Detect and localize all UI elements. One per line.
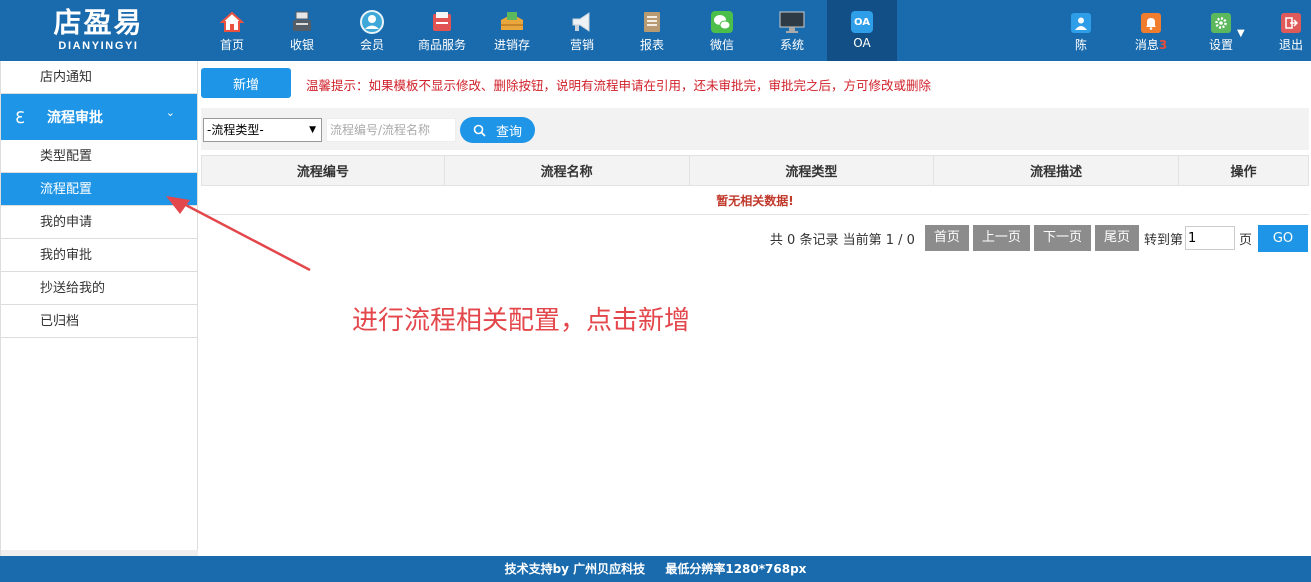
user-menu[interactable]: 陈 [1053, 0, 1109, 61]
sidebar-item-type-config[interactable]: 类型配置 [1, 140, 197, 173]
goto-label: 转到第 [1143, 232, 1183, 248]
wechat-icon [709, 9, 735, 35]
gear-icon [1211, 13, 1231, 33]
column-header-operation: 操作 [1178, 155, 1309, 186]
column-header-process-name[interactable]: 流程名称 [443, 155, 690, 186]
nav-label: 首页 [219, 38, 244, 52]
record-count: 共 0 条记录 当前第 1 / 0 [769, 232, 915, 248]
sidebar: 店内通知 ℇ 流程审批 ⌄ 类型配置 流程配置 我的申请 我的审批 抄送给我的 … [0, 61, 198, 556]
logo[interactable]: 店盈易 DIANYINGYI [0, 0, 197, 61]
process-type-select[interactable]: -流程类型- ▼ [203, 118, 322, 142]
nav-inventory[interactable]: 进销存 [477, 0, 547, 61]
footer: 技术支持by 广州贝应科技 最低分辨率1280*768px [0, 556, 1311, 582]
settings-button[interactable]: 设置 ▼ [1193, 0, 1249, 61]
column-header-process-description[interactable]: 流程描述 [933, 155, 1180, 186]
logout-label: 退出 [1278, 38, 1303, 52]
empty-table-message: 暂无相关数据! [201, 185, 1309, 215]
nav-label: 系统 [779, 38, 804, 52]
search-icon [473, 124, 486, 137]
bell-icon [1141, 13, 1161, 33]
process-table: 流程编号 流程名称 流程类型 流程描述 操作 暂无相关数据! [201, 155, 1309, 215]
column-header-process-type[interactable]: 流程类型 [688, 155, 935, 186]
nav-member[interactable]: 会员 [337, 0, 407, 61]
messages-button[interactable]: 消息3 [1123, 0, 1179, 61]
next-page-button[interactable]: 下一页 [1033, 225, 1091, 251]
process-type-select-value: -流程类型- [207, 123, 264, 137]
first-page-button[interactable]: 首页 [924, 225, 969, 251]
messages-badge: 3 [1158, 38, 1168, 52]
member-icon [359, 9, 385, 35]
chevron-down-icon: ⌄ [165, 106, 175, 119]
table-row: 暂无相关数据! [201, 185, 1309, 215]
nav-marketing[interactable]: 营销 [547, 0, 617, 61]
search-input[interactable] [326, 118, 456, 142]
add-button[interactable]: 新增 [201, 68, 291, 98]
logout-button[interactable]: 退出 [1263, 0, 1311, 61]
column-header-process-number[interactable]: 流程编号 [201, 155, 445, 186]
nav-label: 报表 [639, 38, 664, 52]
annotation-arrow [166, 196, 311, 272]
sidebar-item-archived[interactable]: 已归档 [1, 305, 197, 338]
user-name: 陈 [1074, 38, 1087, 52]
nav-system[interactable]: 系统 [757, 0, 827, 61]
nav-label: OA [853, 36, 871, 50]
page-number-input[interactable] [1184, 226, 1235, 250]
nav-label: 会员 [359, 38, 384, 52]
footer-support: 技术支持by 广州贝应科技 [504, 562, 646, 576]
nav-report[interactable]: 报表 [617, 0, 687, 61]
process-icon: ℇ [15, 107, 25, 127]
table-header-row: 流程编号 流程名称 流程类型 流程描述 操作 [201, 155, 1309, 186]
logout-icon [1281, 13, 1301, 33]
footer-resolution: 最低分辨率1280*768px [665, 562, 807, 576]
nav-goods-service[interactable]: 商品服务 [407, 0, 477, 61]
logo-title: 店盈易 [53, 6, 144, 39]
warm-tip: 温馨提示：如果模板不显示修改、删除按钮，说明有流程申请在引用，还未审批完，审批完… [306, 78, 932, 93]
user-icon [1071, 13, 1091, 33]
last-page-button[interactable]: 尾页 [1094, 225, 1139, 251]
nav-cashier[interactable]: 收银 [267, 0, 337, 61]
page-unit-label: 页 [1238, 232, 1252, 248]
nav-label: 营销 [569, 38, 594, 52]
sidebar-item-store-notice[interactable]: 店内通知 [1, 61, 197, 94]
query-label: 查询 [495, 124, 522, 140]
home-icon [219, 9, 245, 35]
sidebar-group-process-approval[interactable]: ℇ 流程审批 ⌄ [1, 94, 197, 140]
pagination: 共 0 条记录 当前第 1 / 0 首页 上一页 下一页 尾页 转到第 页 GO [769, 224, 1308, 252]
nav-label: 收银 [289, 38, 314, 52]
report-icon [639, 9, 665, 35]
settings-label: 设置 [1208, 38, 1233, 52]
monitor-icon [779, 9, 805, 35]
annotation-text: 进行流程相关配置，点击新增 [352, 306, 691, 336]
cash-register-icon [289, 9, 315, 35]
goods-icon [429, 9, 455, 35]
top-navigation-bar: 店盈易 DIANYINGYI 首页 收银 会员 商品服务 进销存 营销 报表 微… [0, 0, 1311, 61]
nav-label: 微信 [709, 38, 734, 52]
prev-page-button[interactable]: 上一页 [972, 225, 1030, 251]
oa-icon: OA [851, 11, 873, 33]
messages-label: 消息 [1134, 38, 1159, 52]
chevron-down-icon: ▼ [1237, 28, 1245, 39]
nav-oa[interactable]: OA OA [827, 0, 897, 61]
go-button[interactable]: GO [1258, 224, 1308, 252]
sidebar-group-label: 流程审批 [47, 110, 103, 126]
query-button[interactable]: 查询 [460, 117, 535, 143]
inventory-icon [499, 9, 525, 35]
nav-wechat[interactable]: 微信 [687, 0, 757, 61]
nav-label: 商品服务 [417, 38, 466, 52]
megaphone-icon [569, 9, 595, 35]
nav-label: 进销存 [493, 38, 530, 52]
logo-subtitle: DIANYINGYI [58, 40, 139, 52]
nav-home[interactable]: 首页 [197, 0, 267, 61]
search-bar: -流程类型- ▼ 查询 [201, 108, 1309, 150]
chevron-down-icon: ▼ [309, 125, 316, 135]
